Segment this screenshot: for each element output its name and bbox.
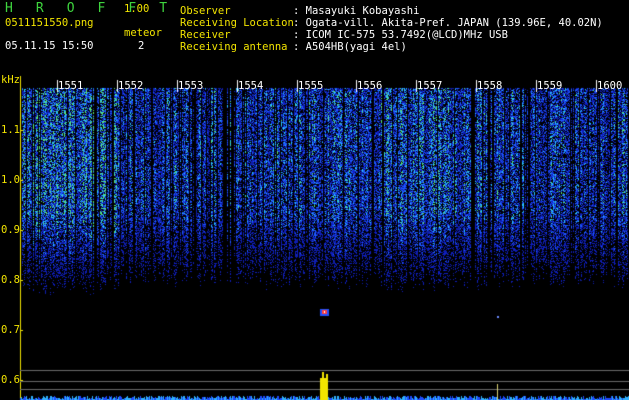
info-label-receiver: Receiver	[180, 29, 231, 41]
meteor-count: 2	[138, 40, 145, 52]
info-label-antenna: Receiving antenna	[180, 41, 288, 53]
info-label-observer: Observer	[180, 5, 231, 17]
freq-tick-label: 0.9	[1, 224, 20, 236]
freq-tick-label: 1.0	[1, 174, 20, 186]
time-tick-label: 1554	[238, 80, 264, 92]
time-tick-label: 1551	[58, 80, 84, 92]
info-value-location: : Ogata-vill. Akita-Pref. JAPAN (139.96E…	[293, 17, 603, 29]
time-tick-label: 1557	[417, 80, 443, 92]
time-tick-label: 1558	[477, 80, 503, 92]
file-name: 0511151550.png	[5, 17, 94, 29]
app-version: 1.00	[124, 3, 150, 15]
time-tick-label: 1559	[537, 80, 563, 92]
info-label-location: Receiving Location	[180, 17, 294, 29]
info-value-observer: : Masayuki Kobayashi	[293, 5, 420, 17]
hrofft-window: H R O F F T 1.00 0511151550.png 05.11.15…	[0, 0, 629, 400]
freq-tick-label: 0.6	[1, 374, 20, 386]
time-tick-label: 1555	[298, 80, 324, 92]
spectrogram-plot	[0, 0, 629, 400]
file-datetime: 05.11.15 15:50	[5, 40, 94, 52]
meteor-label: meteor	[124, 27, 162, 39]
time-tick-label: 1600	[597, 80, 623, 92]
info-value-antenna: : A504HB(yagi 4el)	[293, 41, 407, 53]
info-value-receiver: : ICOM IC-575 53.7492(@LCD)MHz USB	[293, 29, 508, 41]
axis-unit-label: kHz	[1, 74, 20, 86]
freq-tick-label: 0.7	[1, 324, 20, 336]
freq-tick-label: 0.8	[1, 274, 20, 286]
freq-tick-label: 1.1	[1, 124, 20, 136]
time-tick-label: 1553	[178, 80, 204, 92]
time-tick-label: 1556	[357, 80, 383, 92]
time-tick-label: 1552	[118, 80, 144, 92]
